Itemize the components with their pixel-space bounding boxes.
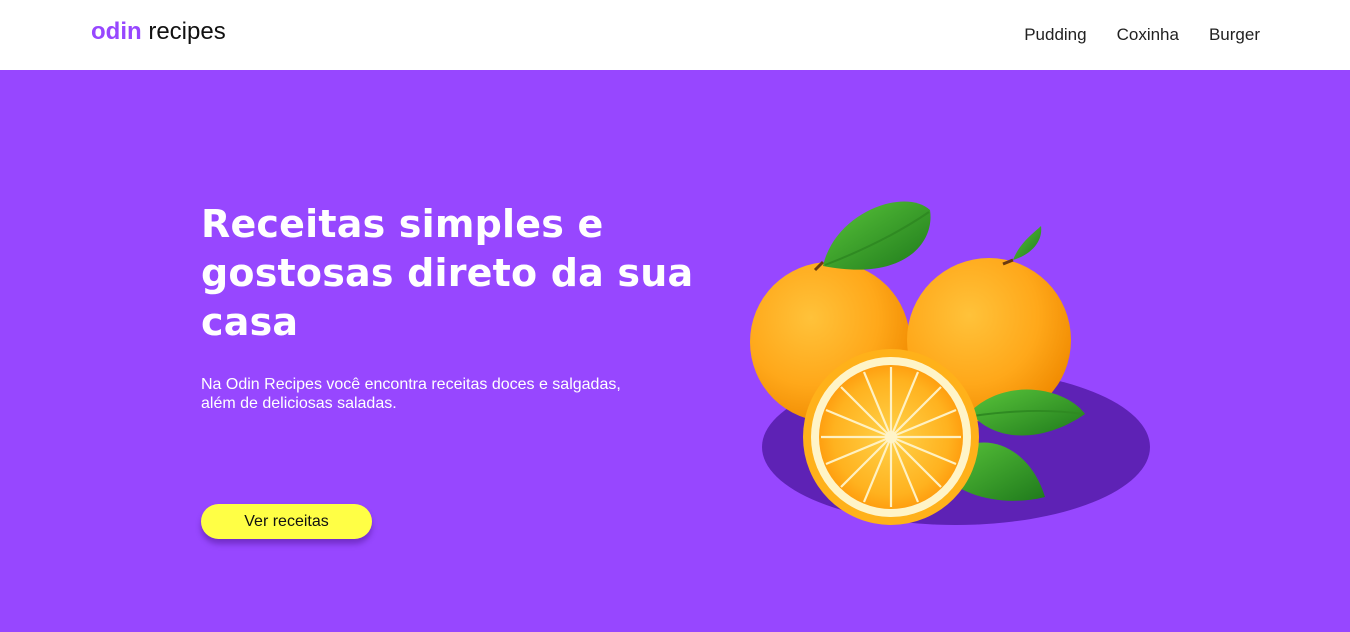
logo-text: recipes — [141, 18, 226, 45]
hero-description: Na Odin Recipes você encontra receitas d… — [201, 376, 621, 412]
nav-link-coxinha[interactable]: Coxinha — [1117, 24, 1179, 46]
oranges-illustration-icon — [750, 201, 1150, 525]
hero-title: Receitas simples e gostosas direto da su… — [201, 202, 694, 344]
logo[interactable]: odin recipes — [91, 17, 226, 47]
nav-link-burger[interactable]: Burger — [1209, 24, 1260, 46]
nav-link-pudding[interactable]: Pudding — [1024, 24, 1086, 46]
logo-accent: odin — [91, 18, 142, 45]
site-header: odin recipes Pudding Coxinha Burger — [0, 0, 1350, 70]
main-nav: Pudding Coxinha Burger — [1024, 24, 1260, 46]
view-recipes-button[interactable]: Ver receitas — [201, 504, 372, 539]
hero-section: Receitas simples e gostosas direto da su… — [0, 70, 1350, 632]
